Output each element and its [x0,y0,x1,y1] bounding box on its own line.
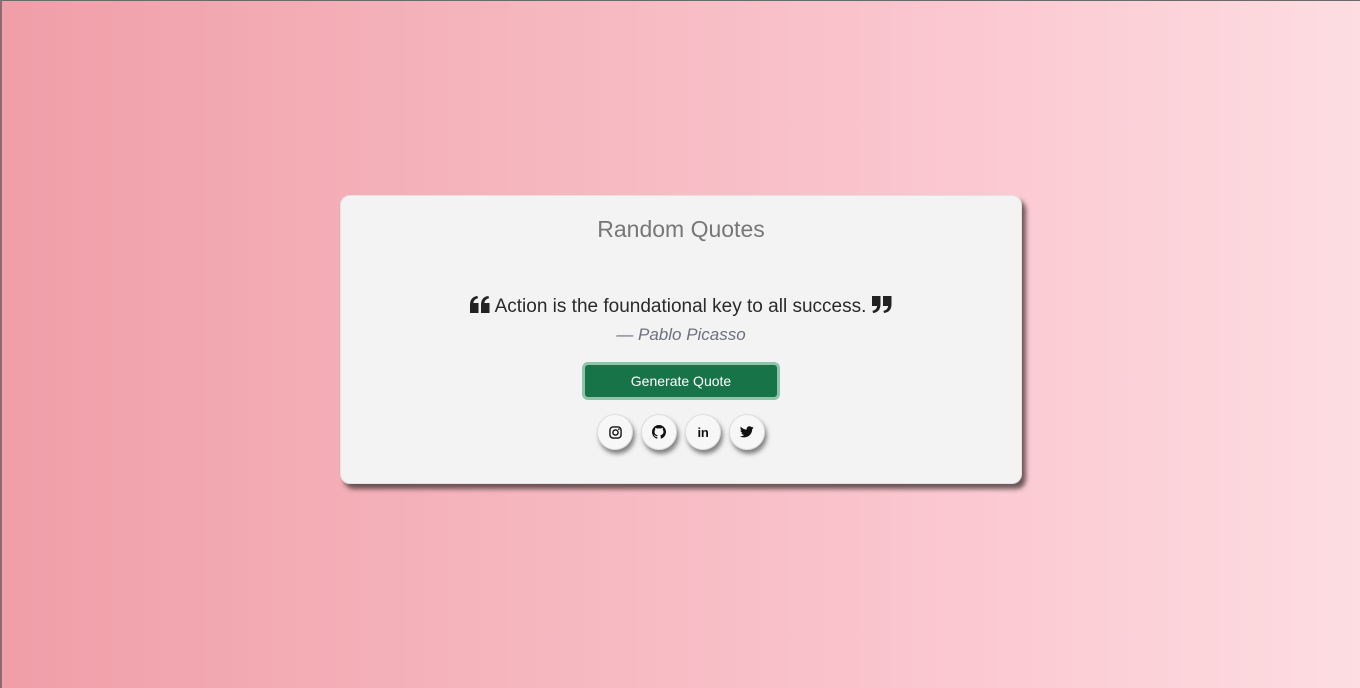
linkedin-icon: in [697,424,709,440]
quote-left-icon [470,296,490,314]
quote-author: — Pablo Picasso [616,325,746,344]
linkedin-link[interactable]: in [685,414,721,450]
quote-card: Random Quotes Action is the foundational… [340,195,1022,484]
quote-line: Action is the foundational key to all su… [341,295,1021,319]
github-link[interactable] [641,414,677,450]
instagram-icon [608,425,622,439]
page-title: Random Quotes [597,216,765,242]
generate-quote-button[interactable]: Generate Quote [582,362,780,400]
twitter-link[interactable] [729,414,765,450]
window-left-edge [0,0,2,688]
social-links: in [341,414,1021,450]
github-icon [652,425,666,439]
quote-right-icon [871,296,892,314]
twitter-icon [740,426,754,438]
quote-text: Action is the foundational key to all su… [494,296,867,317]
instagram-link[interactable] [597,414,633,450]
window-top-edge [0,0,1360,1]
